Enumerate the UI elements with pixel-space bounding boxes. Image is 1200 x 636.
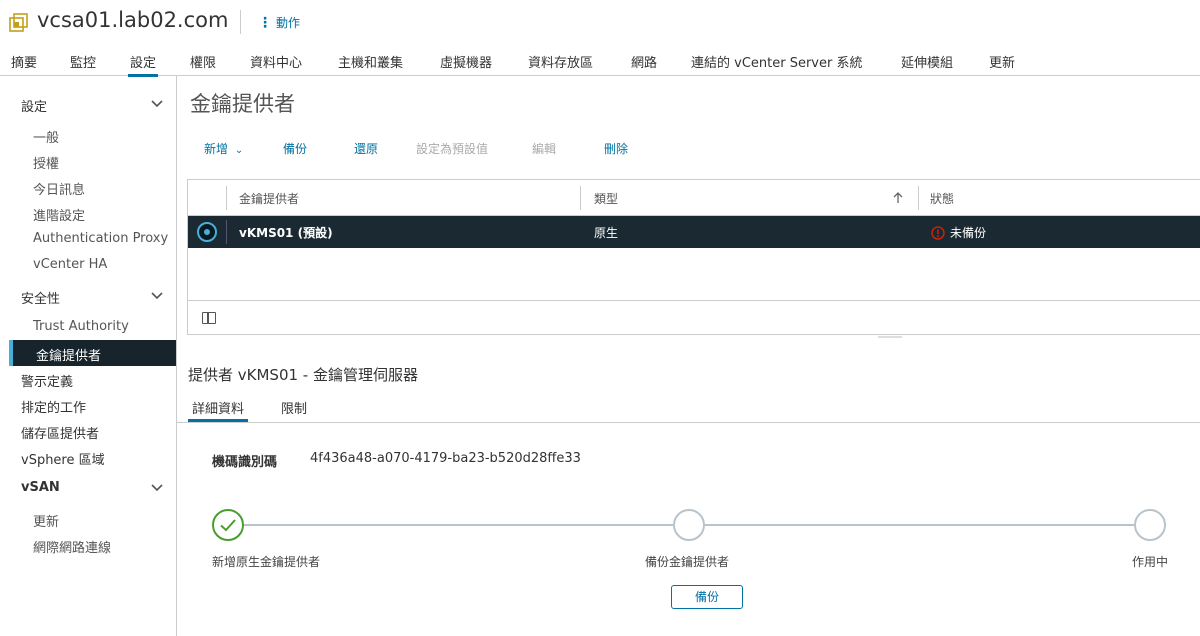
backup-button[interactable]: 備份 xyxy=(283,140,307,157)
restore-button[interactable]: 還原 xyxy=(354,140,378,157)
active-indicator xyxy=(9,340,13,366)
column-separator[interactable] xyxy=(580,186,581,210)
tab-updates[interactable]: 更新 xyxy=(989,52,1015,71)
tab-configure[interactable]: 設定 xyxy=(127,52,159,77)
add-label: 新增 xyxy=(204,142,229,156)
detail-title: 提供者 vKMS01 - 金鑰管理伺服器 xyxy=(188,366,418,384)
step-connector xyxy=(704,524,1134,526)
tab-summary[interactable]: 摘要 xyxy=(11,52,37,71)
sidebar-item-auth-proxy[interactable]: Authentication Proxy xyxy=(33,231,168,246)
cell-provider-status: 未備份 xyxy=(931,224,986,241)
page-title: 金鑰提供者 xyxy=(190,92,295,116)
tab-networks[interactable]: 網路 xyxy=(631,52,657,71)
warning-circle-icon xyxy=(931,225,945,240)
sidebar-section-vsan[interactable]: vSAN xyxy=(21,480,60,495)
tab-datastores[interactable]: 資料存放區 xyxy=(528,52,593,71)
sidebar-section-security[interactable]: 安全性 xyxy=(21,288,60,307)
header: vcsa01.lab02.com ⋮ 動作 xyxy=(0,0,1200,44)
tab-restrictions[interactable]: 限制 xyxy=(281,398,307,417)
tab-monitor[interactable]: 監控 xyxy=(70,52,96,71)
add-button[interactable]: 新增 ⌄ xyxy=(204,140,243,157)
key-providers-grid: 金鑰提供者 類型 狀態 vKMS01 (預設) 原生 未備份 xyxy=(187,179,1200,335)
sidebar-item-general[interactable]: 一般 xyxy=(33,127,59,146)
step-connector xyxy=(244,524,674,526)
sidebar-item-motd[interactable]: 今日訊息 xyxy=(33,179,85,198)
machine-id-value: 4f436a48-a070-4179-ba23-b520d28ffe33 xyxy=(310,451,581,466)
step-1-complete xyxy=(212,509,244,541)
vcenter-icon xyxy=(9,13,28,32)
column-header-key-provider[interactable]: 金鑰提供者 xyxy=(239,190,299,207)
chevron-down-icon[interactable] xyxy=(151,482,163,494)
column-separator xyxy=(226,186,227,210)
chevron-down-icon: ⌄ xyxy=(234,145,244,156)
column-toggle-icon[interactable] xyxy=(202,312,216,324)
split-resize-handle[interactable] xyxy=(878,336,902,338)
delete-button[interactable]: 刪除 xyxy=(604,140,628,157)
tab-permissions[interactable]: 權限 xyxy=(190,52,216,71)
sort-ascending-icon[interactable] xyxy=(893,192,903,204)
sidebar-item-trust-authority[interactable]: Trust Authority xyxy=(33,319,129,334)
tab-datacenters[interactable]: 資料中心 xyxy=(250,52,302,71)
sidebar-section-settings[interactable]: 設定 xyxy=(21,96,47,115)
step-3-pending xyxy=(1134,509,1166,541)
sidebar-item-label: 金鑰提供者 xyxy=(36,349,102,364)
object-nav-tabs: 摘要 監控 設定 權限 資料中心 主機和叢集 虛擬機器 資料存放區 網路 連結的… xyxy=(0,44,1200,77)
actions-label: 動作 xyxy=(276,16,301,30)
machine-id-label: 機碼識別碼 xyxy=(212,455,278,470)
tab-hosts-clusters[interactable]: 主機和叢集 xyxy=(338,52,403,71)
tab-linked-vcenter[interactable]: 連結的 vCenter Server 系統 xyxy=(691,52,862,71)
step-3-label: 作用中 xyxy=(1132,555,1169,569)
grid-header: 金鑰提供者 類型 狀態 xyxy=(188,180,1200,216)
sidebar-item-scheduled-tasks[interactable]: 排定的工作 xyxy=(21,397,86,416)
chevron-down-icon[interactable] xyxy=(151,98,163,110)
sidebar-item-alarm-definitions[interactable]: 警示定義 xyxy=(21,371,73,390)
column-separator[interactable] xyxy=(918,186,919,210)
sidebar-item-vsphere-zones[interactable]: vSphere 區域 xyxy=(21,449,105,468)
sidebar-item-internet-connectivity[interactable]: 網際網路連線 xyxy=(33,537,111,556)
grid-footer xyxy=(188,300,1200,335)
cell-provider-type: 原生 xyxy=(594,226,619,240)
vertical-ellipsis-icon: ⋮ xyxy=(258,14,272,31)
column-header-type[interactable]: 類型 xyxy=(594,190,618,207)
checkmark-icon xyxy=(220,519,236,532)
sidebar-item-storage-providers[interactable]: 儲存區提供者 xyxy=(21,423,99,442)
sidebar-item-licensing[interactable]: 授權 xyxy=(33,153,59,172)
chevron-down-icon[interactable] xyxy=(151,290,163,302)
backup-provider-button[interactable]: 備份 xyxy=(671,585,743,609)
detail-tabs: 詳細資料 限制 xyxy=(177,392,1200,423)
set-default-button[interactable]: 設定為預設值 xyxy=(416,140,488,157)
page-object-title: vcsa01.lab02.com xyxy=(37,8,229,32)
actions-menu-button[interactable]: ⋮ 動作 xyxy=(258,14,300,31)
step-1-label: 新增原生金鑰提供者 xyxy=(212,555,321,569)
tab-vms[interactable]: 虛擬機器 xyxy=(440,52,492,71)
cell-provider-name: vKMS01 (預設) xyxy=(239,226,333,240)
tab-extensions[interactable]: 延伸模組 xyxy=(901,52,953,71)
header-divider xyxy=(240,10,241,34)
step-2-pending xyxy=(673,509,705,541)
edit-button[interactable]: 編輯 xyxy=(532,140,556,157)
status-text: 未備份 xyxy=(950,226,987,240)
row-select-radio[interactable] xyxy=(197,222,217,242)
column-separator xyxy=(226,220,227,244)
step-2-label: 備份金鑰提供者 xyxy=(645,555,730,569)
sidebar-item-vsan-update[interactable]: 更新 xyxy=(33,511,59,530)
column-header-status[interactable]: 狀態 xyxy=(930,190,954,207)
tab-details[interactable]: 詳細資料 xyxy=(187,398,249,422)
sidebar-item-advanced[interactable]: 進階設定 xyxy=(33,205,85,224)
sidebar-item-vcenter-ha[interactable]: vCenter HA xyxy=(33,257,107,272)
table-row[interactable]: vKMS01 (預設) 原生 未備份 xyxy=(188,216,1200,248)
